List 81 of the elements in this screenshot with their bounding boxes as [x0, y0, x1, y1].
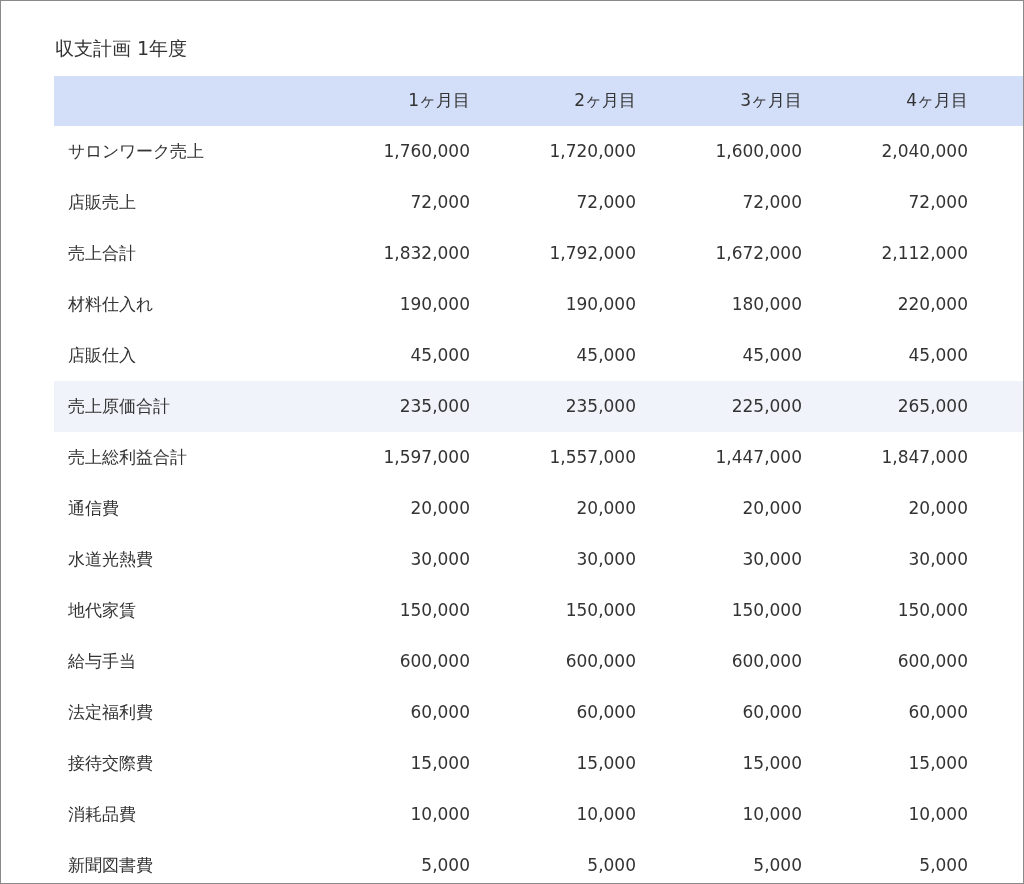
row-label: 水道光熱費 — [68, 547, 153, 571]
table-cell-text: 72,000 — [410, 190, 470, 214]
table-cell-text: 225,000 — [731, 394, 802, 418]
table-cell-text: 180,000 — [731, 292, 802, 316]
table-cell-text: 72,000 — [908, 190, 968, 214]
table-cell-text: 1,847,000 — [881, 445, 968, 469]
row-label: 売上合計 — [68, 241, 136, 265]
table-cell-text: 15,000 — [576, 751, 636, 775]
table-row[interactable]: 売上原価合計 235,000 235,000 225,000 265,000 — [54, 381, 1023, 432]
table-cell-text: 72,000 — [576, 190, 636, 214]
table-cell-text: 20,000 — [410, 496, 470, 520]
table-cell-text: 235,000 — [565, 394, 636, 418]
table-cell-text: 15,000 — [410, 751, 470, 775]
table-cell-text: 1,792,000 — [549, 241, 636, 265]
table-cell-text: 5,000 — [919, 853, 968, 877]
row-label: 給与手当 — [68, 649, 136, 673]
table-cell-text: 600,000 — [897, 649, 968, 673]
table-cell-text: 235,000 — [399, 394, 470, 418]
column-header: 2ヶ月目 — [574, 89, 636, 113]
table-cell-text: 15,000 — [742, 751, 802, 775]
table-cell-text: 45,000 — [576, 343, 636, 367]
table-cell-text: 30,000 — [908, 547, 968, 571]
table-cell-text: 220,000 — [897, 292, 968, 316]
table-cell-text: 60,000 — [576, 700, 636, 724]
table-cell-text: 45,000 — [908, 343, 968, 367]
column-header: 4ヶ月目 — [906, 89, 968, 113]
row-label: 店販仕入 — [68, 343, 136, 367]
table-cell-text: 5,000 — [421, 853, 470, 877]
table-cell-text: 1,672,000 — [715, 241, 802, 265]
table-cell-text: 600,000 — [565, 649, 636, 673]
row-label: 店販売上 — [68, 190, 136, 214]
table-cell-text: 1,447,000 — [715, 445, 802, 469]
row-label: 通信費 — [68, 496, 119, 520]
table-cell-text: 30,000 — [576, 547, 636, 571]
column-header: 1ヶ月目 — [408, 89, 470, 113]
table-cell-text: 1,597,000 — [383, 445, 470, 469]
table-cell-text: 5,000 — [753, 853, 802, 877]
table-cell-text: 20,000 — [576, 496, 636, 520]
table-cell-text: 150,000 — [897, 598, 968, 622]
table-cell-text: 600,000 — [399, 649, 470, 673]
table-cell-text: 10,000 — [908, 802, 968, 826]
table-cell-text: 265,000 — [897, 394, 968, 418]
row-label: 新聞図書費 — [68, 853, 153, 877]
table-cell-text: 45,000 — [410, 343, 470, 367]
table-cell-text: 60,000 — [742, 700, 802, 724]
table-cell-text: 60,000 — [410, 700, 470, 724]
row-label: 地代家賃 — [68, 598, 136, 622]
row-label: 消耗品費 — [68, 802, 136, 826]
table-cell-text: 2,040,000 — [881, 139, 968, 163]
row-label: 売上原価合計 — [68, 394, 170, 418]
table-cell-text: 10,000 — [576, 802, 636, 826]
table-cell-text: 190,000 — [399, 292, 470, 316]
column-header: 3ヶ月目 — [740, 89, 802, 113]
table-cell-text: 1,557,000 — [549, 445, 636, 469]
table-cell-text: 20,000 — [908, 496, 968, 520]
row-label: 材料仕入れ — [68, 292, 153, 316]
table-cell-text: 150,000 — [399, 598, 470, 622]
table-cell-text: 30,000 — [742, 547, 802, 571]
row-label: サロンワーク売上 — [68, 139, 204, 163]
table-cell-text: 1,832,000 — [383, 241, 470, 265]
table-cell-text: 30,000 — [410, 547, 470, 571]
row-label: 接待交際費 — [68, 751, 153, 775]
table-cell-text: 150,000 — [731, 598, 802, 622]
table-cell-text: 72,000 — [742, 190, 802, 214]
row-label: 売上総利益合計 — [68, 445, 187, 469]
table-cell-text: 190,000 — [565, 292, 636, 316]
table-cell-text: 2,112,000 — [881, 241, 968, 265]
table-cell-text: 150,000 — [565, 598, 636, 622]
table-cell-text: 5,000 — [587, 853, 636, 877]
table-cell-text: 600,000 — [731, 649, 802, 673]
table-cell-text: 15,000 — [908, 751, 968, 775]
table-cell-text: 45,000 — [742, 343, 802, 367]
table-cell-text: 1,600,000 — [715, 139, 802, 163]
table-cell-text: 60,000 — [908, 700, 968, 724]
table-cell-text: 10,000 — [410, 802, 470, 826]
table-cell-text: 1,760,000 — [383, 139, 470, 163]
table-cell-text: 20,000 — [742, 496, 802, 520]
table-cell-text: 1,720,000 — [549, 139, 636, 163]
table-title: 収支計画 1年度 — [55, 36, 189, 61]
row-label: 法定福利費 — [68, 700, 153, 724]
table-cell-text: 10,000 — [742, 802, 802, 826]
